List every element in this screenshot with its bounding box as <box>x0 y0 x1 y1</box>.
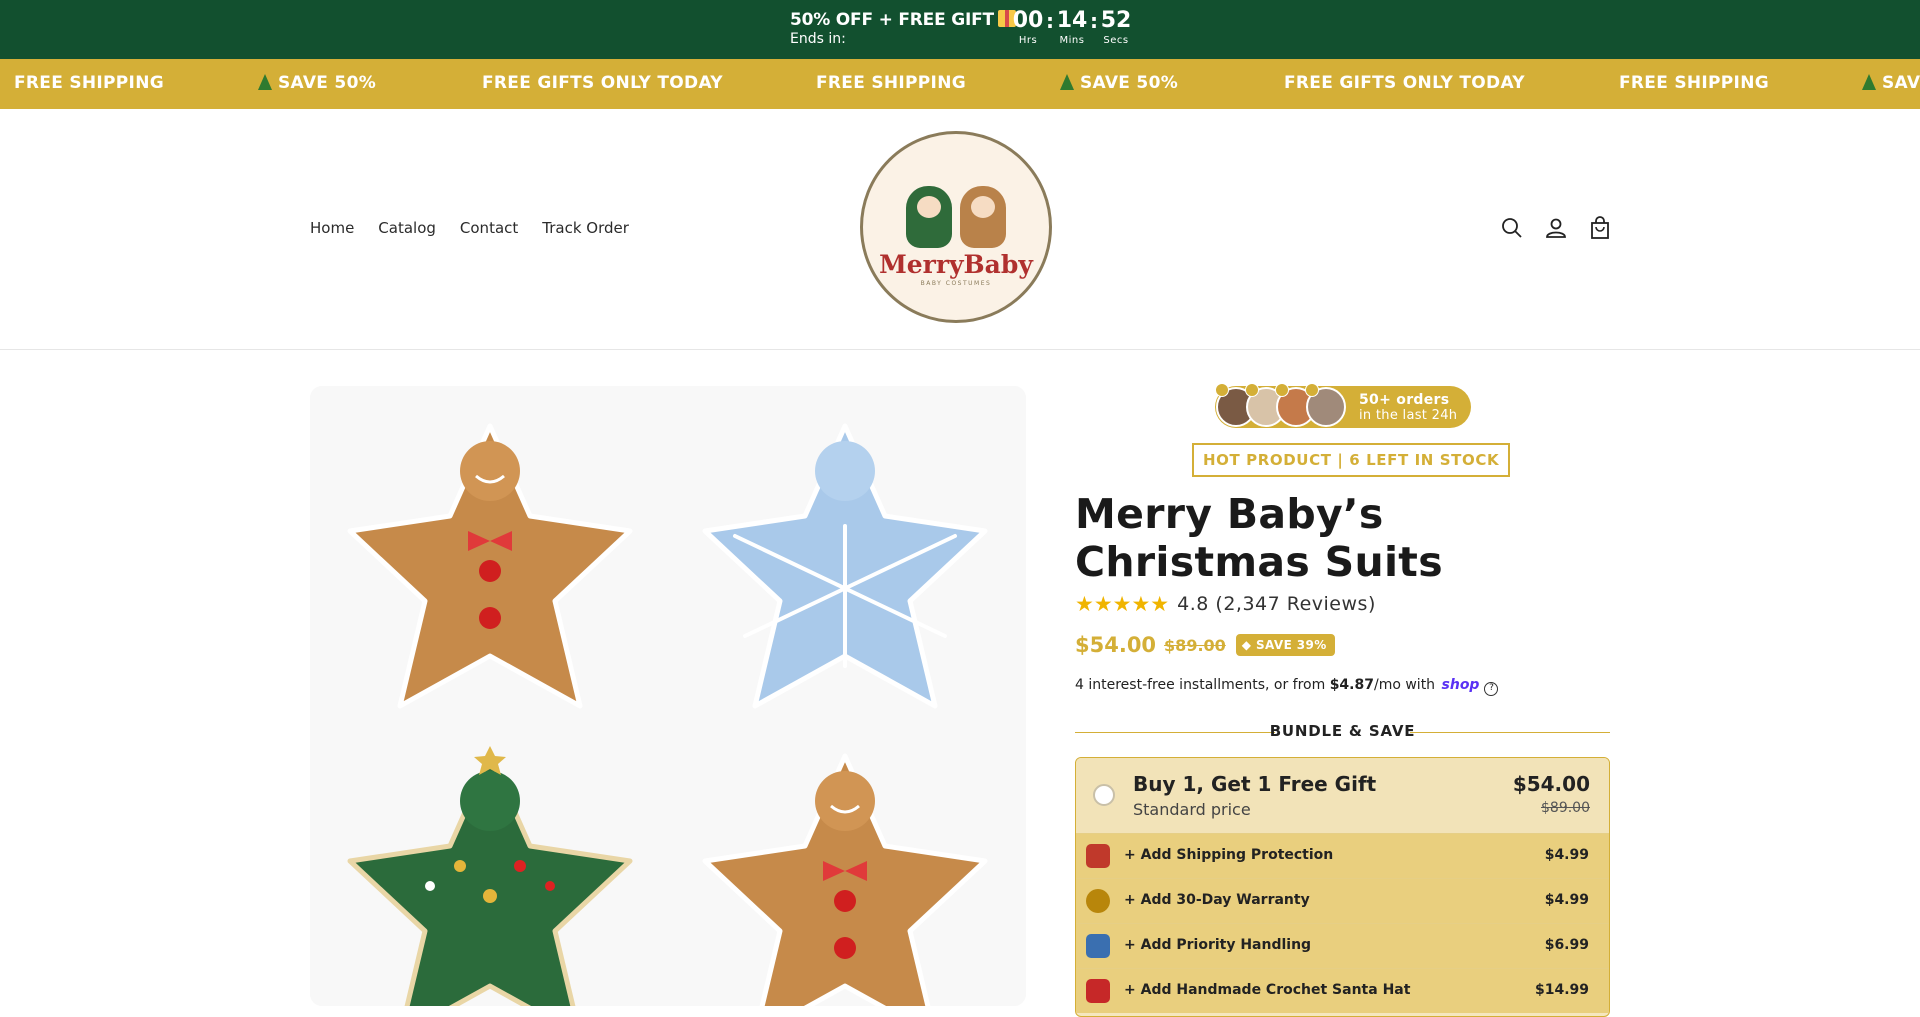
addon-santa-hat[interactable]: + Add Handmade Crochet Santa Hat $14.99 <box>1076 968 1609 1013</box>
marquee-item: FREE SHIPPING <box>816 73 966 93</box>
product-title: Merry Baby’s Christmas Suits <box>1075 490 1443 586</box>
package-shield-icon <box>1086 844 1110 868</box>
check-icon <box>1275 383 1289 397</box>
addon-warranty[interactable]: + Add 30-Day Warranty $4.99 <box>1076 878 1609 923</box>
promo-bar: 50% OFF + FREE GIFT Ends in: 00 Hrs : 14 M… <box>0 0 1920 59</box>
bundle-option-compare: $89.00 <box>1541 800 1590 816</box>
addon-shipping-protection[interactable]: + Add Shipping Protection $4.99 <box>1076 833 1609 878</box>
santa-hat-icon <box>1086 979 1110 1003</box>
nav-track-order[interactable]: Track Order <box>542 219 629 237</box>
timer-separator: : <box>1090 9 1098 33</box>
warranty-badge-icon <box>1086 889 1110 913</box>
logo-name: MerryBaby <box>879 249 1033 279</box>
bundle-option-card[interactable]: Buy 1, Get 1 Free Gift Standard price $5… <box>1075 757 1610 1017</box>
timer-hours: 00 Hrs <box>1012 8 1044 46</box>
installments-text: 4 interest-free installments, or from $4… <box>1075 677 1499 696</box>
marquee-item: SAVE 50% <box>1060 73 1178 93</box>
bundle-option-price: $54.00 <box>1512 772 1590 796</box>
shop-pay-logo[interactable]: shop <box>1442 677 1480 693</box>
timer-seconds: 52 Secs <box>1100 8 1132 46</box>
bundle-heading: BUNDLE & SAVE <box>1269 722 1416 740</box>
christmas-tree-icon <box>1060 74 1074 90</box>
help-icon[interactable]: ? <box>1484 682 1499 696</box>
check-icon <box>1245 383 1259 397</box>
marquee-item: SAVE 50% <box>258 73 376 93</box>
delivery-truck-icon <box>1086 934 1110 958</box>
marquee-item: FREE GIFTS ONLY TODAY <box>482 73 723 93</box>
nav-catalog[interactable]: Catalog <box>378 219 436 237</box>
price-row: $54.00 $89.00 ◆ SAVE 39% <box>1075 633 1335 657</box>
countdown-timer: 00 Hrs : 14 Mins : 52 Secs <box>1010 8 1134 46</box>
tag-icon: ◆ <box>1241 638 1257 652</box>
timer-separator: : <box>1046 9 1054 33</box>
nav-home[interactable]: Home <box>310 219 354 237</box>
nav-contact[interactable]: Contact <box>460 219 518 237</box>
review-count: (2,347 Reviews) <box>1215 593 1376 615</box>
cart-icon[interactable] <box>1588 216 1612 240</box>
marquee-item: FREE SHIPPING <box>14 73 164 93</box>
marquee-item: FREE GIFTS ONLY TODAY <box>1284 73 1525 93</box>
account-icon[interactable] <box>1544 216 1568 240</box>
bundle-divider: BUNDLE & SAVE <box>1075 722 1610 742</box>
christmas-tree-icon <box>258 74 272 90</box>
timer-minutes: 14 Mins <box>1056 8 1088 46</box>
hot-product-badge: HOT PRODUCT | 6 LEFT IN STOCK <box>1192 443 1511 477</box>
logo[interactable]: MerryBaby BABY COSTUMES <box>860 131 1052 323</box>
product-image[interactable] <box>310 386 1026 1006</box>
christmas-tree-icon <box>1862 74 1876 90</box>
marquee-item: FREE SHIPPING <box>1619 73 1769 93</box>
promo-title: 50% OFF + FREE GIFT <box>790 10 994 30</box>
bundle-radio[interactable] <box>1093 784 1115 806</box>
bundle-option[interactable]: Buy 1, Get 1 Free Gift Standard price $5… <box>1076 758 1609 833</box>
promo-ends-label: Ends in: <box>790 31 846 47</box>
social-proof-count: 50+ orders <box>1359 392 1450 408</box>
social-proof-period: in the last 24h <box>1359 408 1458 423</box>
bundle-option-title: Buy 1, Get 1 Free Gift <box>1133 772 1377 796</box>
social-proof-pill: 50+ orders in the last 24h <box>1215 383 1471 428</box>
product-photo <box>310 386 1026 1006</box>
compare-price: $89.00 <box>1164 635 1226 655</box>
bundle-option-subtitle: Standard price <box>1133 800 1251 819</box>
addon-priority-handling[interactable]: + Add Priority Handling $6.99 <box>1076 923 1609 968</box>
marquee-item: SAV <box>1862 73 1920 93</box>
sale-price: $54.00 <box>1075 633 1157 657</box>
save-badge: ◆ SAVE 39% <box>1235 634 1335 656</box>
search-icon[interactable] <box>1500 216 1524 240</box>
product-rating[interactable]: ★★★★★ 4.8 (2,347 Reviews) <box>1075 592 1376 616</box>
star-rating-icon: ★★★★★ <box>1075 592 1170 616</box>
main-nav: Home Catalog Contact Track Order <box>310 219 629 237</box>
logo-illustration <box>906 185 1006 248</box>
rating-value: 4.8 <box>1177 593 1209 615</box>
check-icon <box>1215 383 1229 397</box>
promo-text: 50% OFF + FREE GIFT Ends in: <box>790 10 1016 47</box>
check-icon <box>1305 383 1319 397</box>
site-header: Home Catalog Contact Track Order MerryBa… <box>0 109 1920 350</box>
announcement-marquee: FREE SHIPPING SAVE 50% FREE GIFTS ONLY T… <box>0 59 1920 109</box>
logo-subtitle: BABY COSTUMES <box>920 279 992 287</box>
